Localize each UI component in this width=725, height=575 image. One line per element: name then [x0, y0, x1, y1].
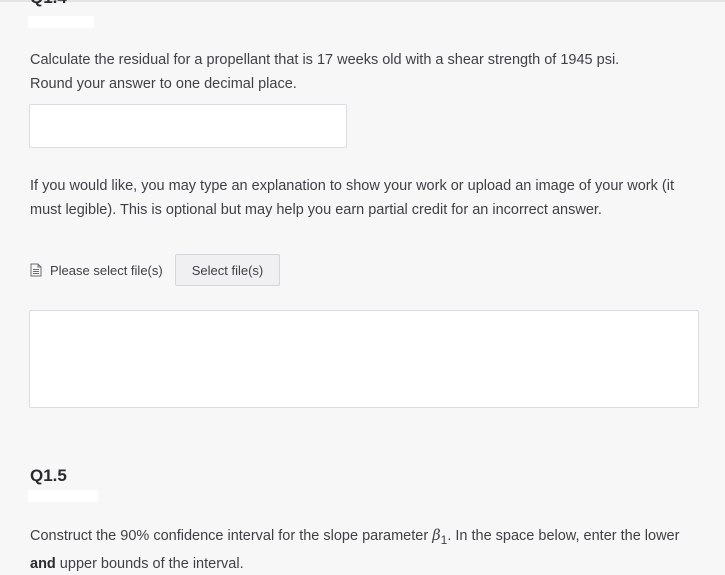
- redaction-mark: [28, 16, 94, 28]
- top-divider: [0, 0, 725, 2]
- question-heading-q14: Q1.4: [30, 0, 67, 8]
- question-prompt-q15: Construct the 90% confidence interval fo…: [30, 524, 700, 575]
- explanation-instructions: If you would like, you may type an expla…: [30, 178, 674, 218]
- prompt-text-start: Construct the 90% confidence interval fo…: [30, 528, 433, 544]
- prompt-bold-and: and: [30, 555, 56, 572]
- question-heading-q15: Q1.5: [30, 466, 67, 485]
- residual-answer-input[interactable]: [29, 104, 347, 148]
- prompt-line-1: Calculate the residual for a propellant …: [30, 52, 620, 68]
- prompt-line-2: Round your answer to one decimal place.: [30, 76, 297, 92]
- file-status-label: Please select file(s): [50, 262, 163, 278]
- question-page: Q1.4 Calculate the residual for a propel…: [0, 0, 725, 575]
- select-files-button[interactable]: Select file(s): [174, 254, 281, 286]
- explanation-textarea[interactable]: [29, 310, 699, 408]
- redaction-mark: [28, 490, 98, 502]
- prompt-text-middle: . In the space below, enter the lower: [447, 528, 680, 544]
- question-prompt-q14: Calculate the residual for a propellant …: [30, 48, 700, 96]
- file-upload-row: Please select file(s) Select file(s): [30, 254, 281, 286]
- document-icon: [30, 263, 42, 277]
- prompt-text-end: upper bounds of the interval.: [55, 555, 244, 572]
- beta-symbol: β: [432, 528, 441, 544]
